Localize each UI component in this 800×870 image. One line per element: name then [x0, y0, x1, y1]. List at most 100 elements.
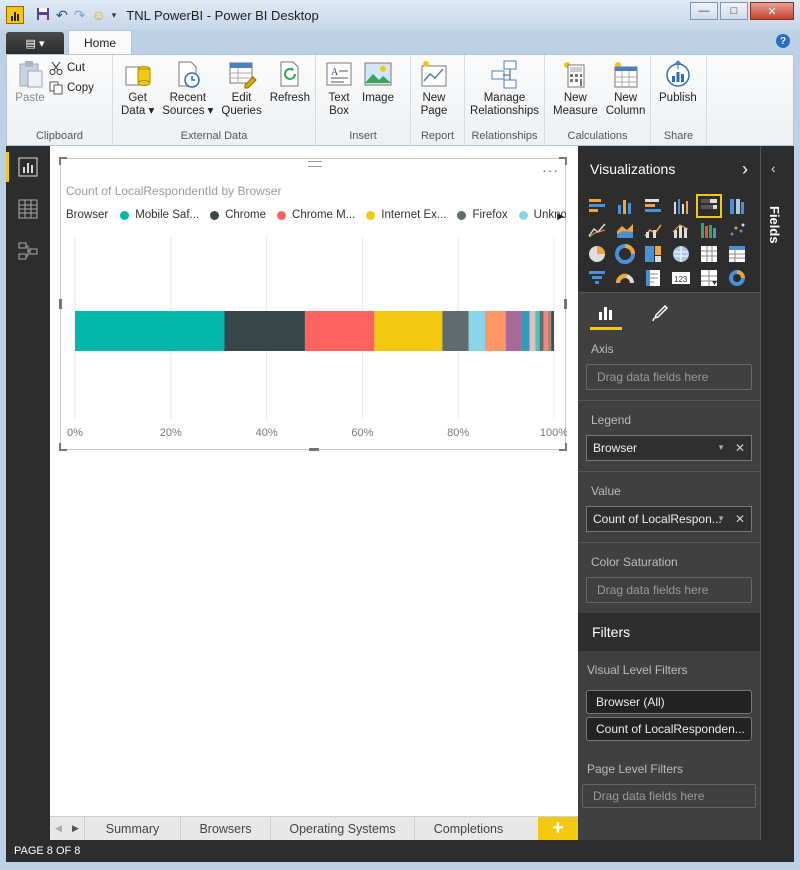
axis-drop-zone[interactable]: Drag data fields here	[586, 364, 752, 390]
save-icon[interactable]	[36, 7, 50, 24]
resize-handle-right[interactable]	[564, 299, 567, 309]
funnel-icon[interactable]	[586, 268, 608, 288]
bar-segment[interactable]	[304, 311, 375, 351]
clustered-bar-chart-icon[interactable]	[642, 196, 664, 216]
fields-tab[interactable]	[588, 296, 624, 330]
line-clustered-column-icon[interactable]	[670, 220, 692, 240]
legend-swatch	[277, 210, 287, 220]
copy-button[interactable]: Copy	[49, 81, 94, 95]
resize-handle-tr-v[interactable]	[565, 157, 567, 165]
legend-scroll-right-icon[interactable]: ▶	[557, 211, 564, 222]
table-visual-icon[interactable]	[698, 244, 720, 264]
stacked-bar-chart-icon[interactable]	[586, 196, 608, 216]
legend-item[interactable]: Chrome M...	[277, 209, 355, 221]
page-tab-completions[interactable]: Completions	[414, 816, 522, 841]
redo-icon[interactable]: ↷	[74, 7, 86, 24]
gauge-icon[interactable]	[614, 268, 636, 288]
100-stacked-column-chart-icon[interactable]	[726, 196, 748, 216]
cut-button[interactable]: Cut	[49, 61, 94, 75]
minimize-button[interactable]: —	[690, 2, 718, 20]
waterfall-chart-icon[interactable]	[698, 220, 720, 240]
bar-segment[interactable]	[543, 311, 548, 351]
get-data-label: Get Data ▾	[121, 92, 155, 117]
legend-item[interactable]: Firefox	[457, 209, 508, 221]
smiley-feedback-icon[interactable]: ☺	[91, 7, 105, 23]
report-view-button[interactable]	[6, 146, 50, 188]
bar-segment[interactable]	[547, 311, 552, 351]
group-label-clipboard: Clipboard	[35, 130, 84, 142]
pie-chart-icon[interactable]	[586, 244, 608, 264]
maximize-button[interactable]: □	[720, 2, 748, 20]
donut-chart-icon[interactable]	[614, 244, 636, 264]
powerbi-app-icon[interactable]	[6, 6, 24, 24]
resize-handle-br-v[interactable]	[565, 443, 567, 451]
legend-field-pill[interactable]: Browser ▼ ✕	[586, 435, 752, 461]
stacked-column-chart-icon[interactable]	[614, 196, 636, 216]
drag-grip-icon[interactable]	[308, 161, 322, 167]
page-tab-operating-systems[interactable]: Operating Systems	[270, 816, 414, 841]
report-canvas[interactable]: ··· Count of LocalRespondentId by Browse…	[50, 146, 578, 816]
card-icon[interactable]: 123	[670, 268, 692, 288]
bar-segment[interactable]	[505, 311, 522, 351]
help-icon[interactable]: ?	[776, 34, 790, 48]
more-options-icon[interactable]: ···	[542, 162, 559, 178]
filter-count[interactable]: Count of LocalResponden...	[586, 717, 752, 741]
close-button[interactable]: ✕	[750, 2, 794, 20]
legend-item[interactable]: Chrome	[210, 209, 266, 221]
fields-pane-collapsed[interactable]: ‹ Fields	[760, 146, 794, 840]
value-field-remove-icon[interactable]: ✕	[735, 512, 745, 526]
bar-segment[interactable]	[442, 311, 469, 351]
resize-handle-left[interactable]	[59, 299, 62, 309]
format-tab[interactable]	[642, 296, 678, 330]
stacked-bar-visual[interactable]: ··· Count of LocalRespondentId by Browse…	[59, 157, 567, 451]
customize-qat-icon[interactable]: ▾	[112, 10, 117, 21]
legend-item[interactable]: Mobile Saf...	[120, 209, 199, 221]
resize-handle-tl-v[interactable]	[59, 157, 61, 165]
bar-segment[interactable]	[75, 311, 225, 351]
color-saturation-drop-zone[interactable]: Drag data fields here	[586, 577, 752, 603]
map-icon[interactable]	[670, 244, 692, 264]
next-page-icon[interactable]: ▶	[72, 823, 79, 834]
treemap-icon[interactable]	[642, 244, 664, 264]
legend-item[interactable]: Internet Ex...	[366, 209, 446, 221]
filter-browser[interactable]: Browser (All)	[586, 690, 752, 714]
legend-field-dropdown-icon[interactable]: ▼	[717, 443, 725, 452]
bar-segment[interactable]	[529, 311, 536, 351]
prev-page-icon[interactable]: ◀	[55, 823, 62, 834]
multi-row-card-icon[interactable]	[642, 268, 664, 288]
page-tab-summary[interactable]: Summary	[84, 816, 180, 841]
area-chart-icon[interactable]	[614, 220, 636, 240]
100-stacked-bar-chart-icon[interactable]	[696, 194, 722, 218]
undo-icon[interactable]: ↶	[56, 7, 68, 24]
page-tab-browsers[interactable]: Browsers	[180, 816, 270, 841]
slicer-icon[interactable]	[698, 268, 720, 288]
legend-field-remove-icon[interactable]: ✕	[735, 441, 745, 455]
add-page-button[interactable]: +	[538, 816, 578, 841]
filled-donut-icon[interactable]	[726, 268, 748, 288]
bar-segment[interactable]	[539, 311, 544, 351]
expand-fields-icon[interactable]: ‹	[771, 160, 776, 176]
paint-roller-icon	[652, 304, 669, 322]
bar-segment[interactable]	[551, 311, 554, 351]
file-menu-button[interactable]: ▤ ▾	[6, 32, 64, 54]
bar-segment[interactable]	[521, 311, 530, 351]
relationships-view-button[interactable]	[6, 230, 50, 272]
line-column-chart-icon[interactable]	[642, 220, 664, 240]
value-field-dropdown-icon[interactable]: ▼	[717, 514, 725, 523]
matrix-icon[interactable]	[726, 244, 748, 264]
clustered-column-chart-icon[interactable]	[670, 196, 692, 216]
resize-handle-bl-v[interactable]	[59, 443, 61, 451]
bar-segment[interactable]	[535, 311, 540, 351]
bar-segment[interactable]	[224, 311, 305, 351]
bar-segment[interactable]	[374, 311, 443, 351]
data-view-button[interactable]	[6, 188, 50, 230]
bar-segment[interactable]	[468, 311, 486, 351]
page-filters-drop-zone[interactable]: Drag data fields here	[582, 784, 756, 808]
value-field-pill[interactable]: Count of LocalRespon... ▼ ✕	[586, 506, 752, 532]
line-chart-icon[interactable]	[586, 220, 608, 240]
resize-handle-bottom[interactable]	[309, 448, 319, 451]
scatter-chart-icon[interactable]	[726, 220, 748, 240]
tab-home[interactable]: Home	[68, 30, 132, 54]
collapse-visualizations-icon[interactable]: ›	[742, 159, 748, 180]
bar-segment[interactable]	[485, 311, 506, 351]
